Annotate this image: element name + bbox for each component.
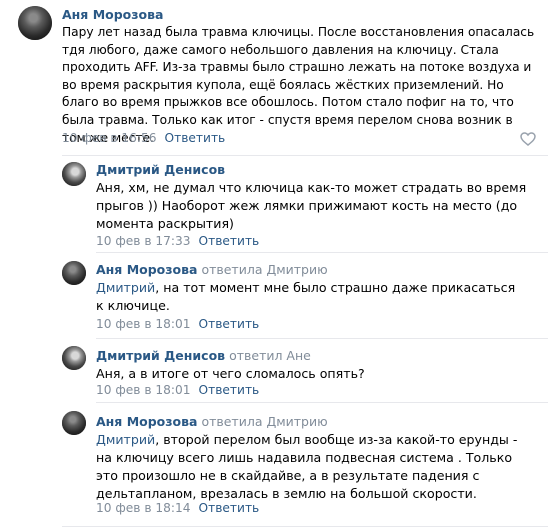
user-avatar[interactable] bbox=[62, 346, 86, 370]
divider bbox=[62, 155, 548, 156]
divider bbox=[62, 526, 548, 527]
user-avatar[interactable] bbox=[62, 261, 86, 285]
comment-text: Аня, а в итоге от чего сломалось опять? bbox=[96, 366, 365, 381]
divider bbox=[96, 338, 548, 339]
reply-button[interactable]: Ответить bbox=[199, 234, 260, 248]
comment-date[interactable]: 10 фев в 18:14 bbox=[96, 501, 191, 515]
comment-text: Пару лет назад была травма ключицы. Посл… bbox=[62, 25, 535, 145]
comment-date[interactable]: 10 фев в 17:33 bbox=[96, 234, 191, 248]
mention-link[interactable]: Дмитрий bbox=[96, 280, 155, 295]
mention-link[interactable]: Дмитрий bbox=[96, 432, 155, 447]
comment-reply-item: Дмитрий Денисов ответил Ане Аня, а в ито… bbox=[0, 342, 548, 402]
comment-reply-item: Аня Морозова ответила Дмитрию Дмитрий, н… bbox=[0, 256, 548, 336]
comment-text: Аня, хм, не думал что ключица как-то мож… bbox=[96, 180, 527, 231]
comment-reply-item: Дмитрий Денисов Аня, хм, не думал что кл… bbox=[0, 157, 548, 250]
reply-to-label: ответила Дмитрию bbox=[201, 262, 328, 277]
divider bbox=[96, 402, 548, 403]
user-avatar[interactable] bbox=[18, 6, 52, 40]
comment-item: Аня Морозова Пару лет назад была травма … bbox=[0, 0, 548, 150]
reply-to-label: ответил Ане bbox=[229, 348, 311, 363]
comment-text: Дмитрий, второй перелом был вообще из-за… bbox=[96, 432, 518, 501]
comment-date[interactable]: 10 фев в 18:01 bbox=[96, 317, 191, 331]
comment-author[interactable]: Аня Морозова bbox=[62, 7, 163, 22]
comment-author[interactable]: Аня Морозова bbox=[96, 262, 197, 277]
comments-page: { "comments": [ { "author": "Аня Морозов… bbox=[0, 0, 548, 530]
comment-author[interactable]: Дмитрий Денисов bbox=[96, 162, 225, 177]
user-avatar[interactable] bbox=[62, 411, 86, 435]
reply-to-label: ответила Дмитрию bbox=[201, 414, 328, 429]
reply-button[interactable]: Ответить bbox=[165, 131, 226, 145]
divider bbox=[96, 252, 548, 253]
user-avatar[interactable] bbox=[62, 162, 86, 186]
heart-icon[interactable] bbox=[520, 132, 536, 146]
comment-author[interactable]: Аня Морозова bbox=[96, 414, 197, 429]
comment-date[interactable]: 10 фев в 16:56 bbox=[62, 131, 157, 145]
comment-date[interactable]: 10 фев в 18:01 bbox=[96, 383, 191, 397]
comment-reply-item: Аня Морозова ответила Дмитрию Дмитрий, в… bbox=[0, 406, 548, 530]
reply-button[interactable]: Ответить bbox=[199, 501, 260, 515]
reply-button[interactable]: Ответить bbox=[199, 383, 260, 397]
reply-button[interactable]: Ответить bbox=[199, 317, 260, 331]
comment-text: Дмитрий, на тот момент мне было страшно … bbox=[96, 280, 516, 313]
comment-author[interactable]: Дмитрий Денисов bbox=[96, 348, 225, 363]
